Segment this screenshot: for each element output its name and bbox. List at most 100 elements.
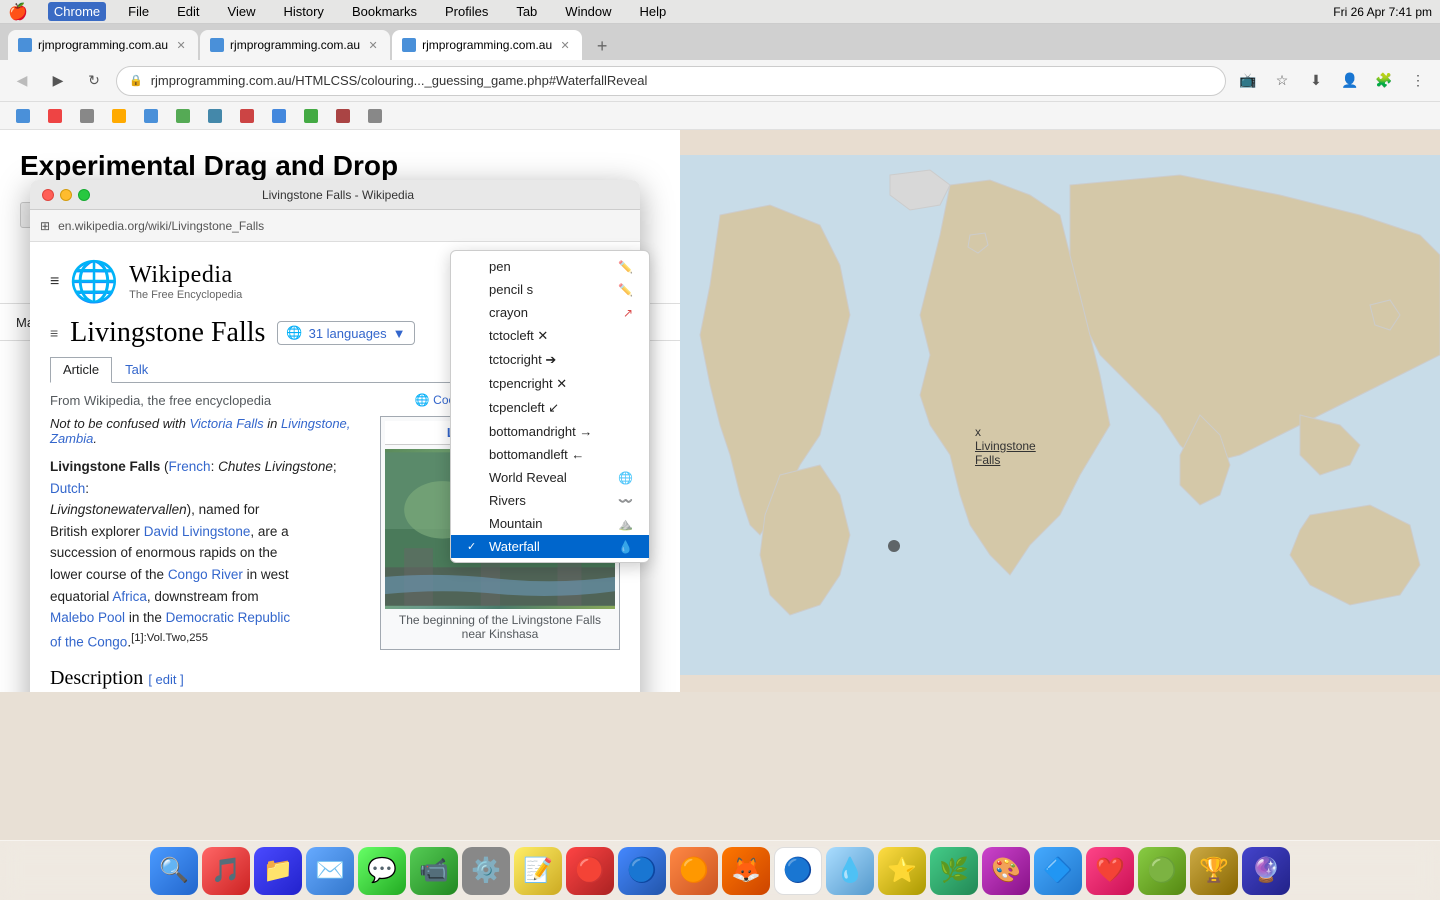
more-options-icon[interactable]: ⋮: [1404, 67, 1432, 95]
dock-app1[interactable]: 🟠: [670, 847, 718, 895]
bookmark-star-icon[interactable]: ☆: [1268, 67, 1296, 95]
dropdown-waterfall[interactable]: ✓ Waterfall 💧: [451, 535, 649, 558]
dock-firefox[interactable]: 🦊: [722, 847, 770, 895]
dropdown-pencil[interactable]: pencil s ✏️: [451, 278, 649, 301]
extensions-icon[interactable]: 🧩: [1370, 67, 1398, 95]
dock-messages[interactable]: 💬: [358, 847, 406, 895]
david-livingstone-link[interactable]: David Livingstone: [144, 524, 251, 539]
dock-app10[interactable]: 🔮: [1242, 847, 1290, 895]
wiki-tab-article[interactable]: Article: [50, 357, 112, 383]
bookmark-10[interactable]: [296, 105, 326, 127]
congo-river-link[interactable]: Congo River: [168, 567, 243, 582]
dropdown-bottomandleft[interactable]: bottomandleft ←: [451, 443, 649, 466]
bookmark-favicon-3: [80, 109, 94, 123]
bookmark-favicon-7: [208, 109, 222, 123]
dropdown-crayon[interactable]: crayon ↗: [451, 301, 649, 324]
menu-file[interactable]: File: [122, 2, 155, 21]
bookmark-5[interactable]: [136, 105, 166, 127]
dropdown-tcpencleft[interactable]: tcpencleft ↙: [451, 396, 649, 420]
dock-app4[interactable]: 🌿: [930, 847, 978, 895]
dock-app8[interactable]: 🟢: [1138, 847, 1186, 895]
bookmark-11[interactable]: [328, 105, 358, 127]
address-bar[interactable]: 🔒 rjmprogramming.com.au/HTMLCSS/colourin…: [116, 66, 1226, 96]
dropdown-rivers[interactable]: Rivers 〰️: [451, 489, 649, 512]
menu-history[interactable]: History: [277, 2, 329, 21]
dropdown-mountain[interactable]: Mountain ⛰️: [451, 512, 649, 535]
dropdown-worldreveal[interactable]: World Reveal 🌐: [451, 466, 649, 489]
dock-app9[interactable]: 🏆: [1190, 847, 1238, 895]
french-link[interactable]: French: [169, 459, 211, 474]
bookmark-2[interactable]: [40, 105, 70, 127]
download-icon[interactable]: ⬇: [1302, 67, 1330, 95]
bookmark-3[interactable]: [72, 105, 102, 127]
menu-tab[interactable]: Tab: [510, 2, 543, 21]
wiki-languages-button[interactable]: 🌐 31 languages ▼: [277, 321, 414, 345]
tab-favicon-3: [402, 38, 416, 52]
dock-notes[interactable]: 📝: [514, 847, 562, 895]
wiki-puzzle-icon: 🌐: [69, 258, 119, 305]
browser-tab-1[interactable]: rjmprogramming.com.au ✕: [8, 30, 198, 60]
menu-window[interactable]: Window: [559, 2, 617, 21]
dock-app6[interactable]: 🔷: [1034, 847, 1082, 895]
map-label-livingstone[interactable]: Livingstone Falls: [975, 439, 1036, 467]
browser-tab-2[interactable]: rjmprogramming.com.au ✕: [200, 30, 390, 60]
back-button[interactable]: ◀: [8, 67, 36, 95]
dock-finder[interactable]: 🔍: [150, 847, 198, 895]
dock-facetime[interactable]: 📹: [410, 847, 458, 895]
dock-app7[interactable]: ❤️: [1086, 847, 1134, 895]
wiki-url[interactable]: en.wikipedia.org/wiki/Livingstone_Falls: [58, 219, 264, 233]
bookmark-8[interactable]: [232, 105, 262, 127]
dock-app5[interactable]: 🎨: [982, 847, 1030, 895]
wiki-tab-talk[interactable]: Talk: [112, 357, 161, 382]
tab-close-1[interactable]: ✕: [174, 38, 188, 52]
africa-link[interactable]: Africa: [112, 589, 147, 604]
bookmark-6[interactable]: [168, 105, 198, 127]
dropdown-tctocleft[interactable]: tctocleft ✕: [451, 324, 649, 348]
dropdown-tcpencright[interactable]: tcpencright ✕: [451, 372, 649, 396]
victoria-falls-link[interactable]: Victoria Falls: [189, 416, 263, 431]
menu-profiles[interactable]: Profiles: [439, 2, 494, 21]
wiki-list-icon[interactable]: ≡: [50, 325, 58, 341]
cast-icon[interactable]: 📺: [1234, 67, 1262, 95]
menu-help[interactable]: Help: [634, 2, 673, 21]
ssl-lock-icon: 🔒: [129, 74, 143, 87]
menu-view[interactable]: View: [222, 2, 262, 21]
dock-music[interactable]: 🎵: [202, 847, 250, 895]
bookmark-4[interactable]: [104, 105, 134, 127]
dock-settings[interactable]: ⚙️: [462, 847, 510, 895]
forward-button[interactable]: ▶: [44, 67, 72, 95]
dock-zoom[interactable]: 🔵: [618, 847, 666, 895]
dock-filezilla[interactable]: 🔴: [566, 847, 614, 895]
browser-tab-3[interactable]: rjmprogramming.com.au ✕: [392, 30, 582, 60]
dropdown-bottomandright[interactable]: bottomandright →: [451, 420, 649, 443]
wiki-menu-icon[interactable]: ≡: [50, 273, 59, 291]
menu-bookmarks[interactable]: Bookmarks: [346, 2, 423, 21]
malebo-pool-link[interactable]: Malebo Pool: [50, 610, 125, 625]
dutch-link[interactable]: Dutch: [50, 481, 85, 496]
world-map: x Livingstone Falls: [680, 130, 1440, 692]
dock-files[interactable]: 📁: [254, 847, 302, 895]
dock-app2[interactable]: 💧: [826, 847, 874, 895]
tab-close-3[interactable]: ✕: [558, 38, 572, 52]
dock-chrome[interactable]: 🔵: [774, 847, 822, 895]
bookmark-7[interactable]: [200, 105, 230, 127]
wiki-edit-link[interactable]: [ edit ]: [148, 672, 183, 687]
menu-chrome[interactable]: Chrome: [48, 2, 106, 21]
wiki-lang-label: 31 languages: [309, 326, 387, 341]
dropdown-pen[interactable]: pen ✏️: [451, 255, 649, 278]
menu-edit[interactable]: Edit: [171, 2, 205, 21]
map-marker: x Livingstone Falls: [975, 425, 981, 439]
bookmark-favicon-5: [144, 109, 158, 123]
bookmark-1[interactable]: [8, 105, 38, 127]
bookmark-9[interactable]: [264, 105, 294, 127]
new-tab-button[interactable]: +: [588, 32, 616, 60]
dropdown-tctocright[interactable]: tctocright ➔: [451, 348, 649, 372]
reload-button[interactable]: ↻: [80, 67, 108, 95]
tab-close-2[interactable]: ✕: [366, 38, 380, 52]
dock-mail[interactable]: ✉️: [306, 847, 354, 895]
dock-app3[interactable]: ⭐: [878, 847, 926, 895]
tab-favicon-1: [18, 38, 32, 52]
profile-icon[interactable]: 👤: [1336, 67, 1364, 95]
apple-menu-icon[interactable]: 🍎: [8, 2, 28, 22]
bookmark-12[interactable]: [360, 105, 390, 127]
